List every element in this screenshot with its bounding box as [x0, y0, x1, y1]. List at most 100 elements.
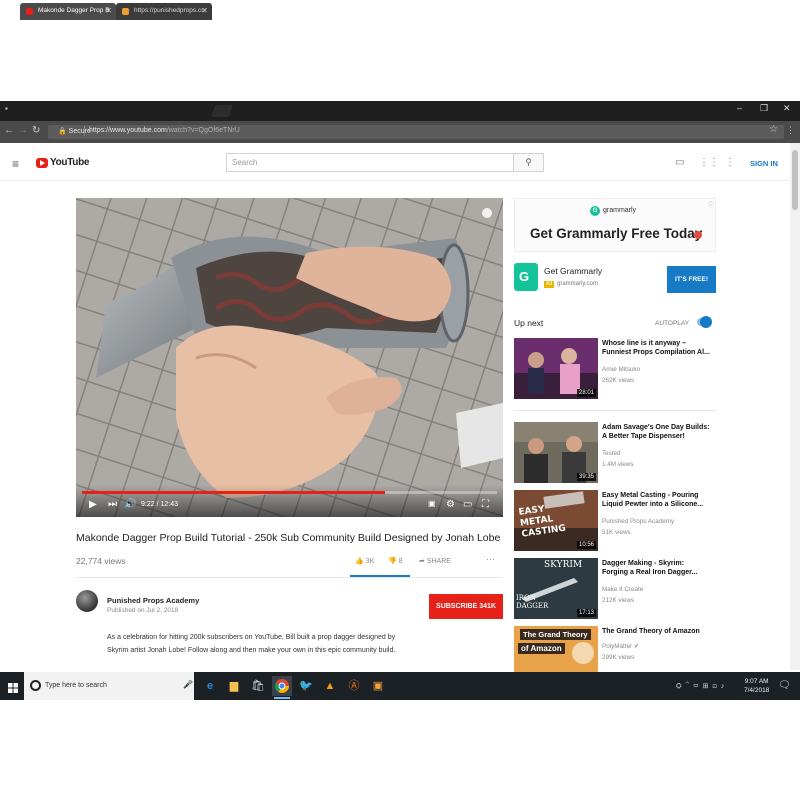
store-icon[interactable]: 🛍 [248, 676, 268, 696]
close-icon[interactable]: ✕ [783, 103, 791, 114]
bookmark-star-icon[interactable]: ☆ [769, 124, 778, 135]
ad-dot-icon [694, 231, 702, 239]
search-button[interactable]: ⚲ [513, 153, 544, 172]
url-path: /watch?v=QgOf6eTNrU [166, 127, 240, 134]
grammarly-app-icon[interactable] [514, 263, 538, 291]
tab-label: https://punishedprops.co [134, 7, 205, 14]
video-player[interactable] [76, 198, 503, 517]
volume-icon[interactable]: 🔊 [124, 499, 136, 510]
youtube-favicon-icon [26, 8, 33, 15]
system-tray-icons[interactable]: ⛭ ⌃ ▭ ⊞ ⊡ ♪ [676, 682, 724, 691]
chrome-menu-icon[interactable]: ⋮ [786, 125, 795, 136]
apps-grid-icon[interactable]: ⋮⋮ [699, 157, 719, 168]
forward-icon[interactable]: → [18, 125, 28, 136]
vlc-icon[interactable]: ▲ [320, 676, 340, 696]
sentiment-bar [350, 575, 410, 577]
tab-punishedprops[interactable]: https://punishedprops.co ✕ [116, 3, 212, 20]
related-views-5: 299K views [602, 654, 635, 661]
related-title-1[interactable]: Whose line is it anyway – Funniest Props… [602, 339, 712, 357]
channel-name[interactable]: Punished Props Academy [107, 596, 199, 605]
action-center-icon[interactable]: 🗨 [778, 680, 791, 691]
related-title-3[interactable]: Easy Metal Casting - Pouring Liquid Pewt… [602, 491, 712, 509]
scrollbar-track[interactable] [790, 143, 800, 670]
tab-youtube[interactable]: Makonde Dagger Prop B ✕ [20, 3, 116, 20]
app-icon-notes[interactable]: ▣ [368, 676, 388, 696]
captions-icon[interactable]: ▣ [428, 499, 436, 508]
guide-menu-icon[interactable]: ≡ [12, 157, 19, 171]
related-thumbnail-2[interactable]: 39:35 [514, 422, 598, 483]
progress-played [82, 491, 385, 494]
edge-icon[interactable]: e [200, 676, 220, 696]
minimize-icon[interactable]: – [737, 103, 742, 113]
chrome-icon[interactable] [272, 676, 292, 699]
thumbnail-overlay-text: The Grand Theory [520, 629, 591, 640]
settings-gear-icon[interactable]: ⚙ [446, 499, 455, 510]
scrollbar-thumb[interactable] [792, 150, 798, 210]
related-thumbnail-3[interactable]: EASY METAL CASTING 10:56 [514, 490, 598, 551]
ad-headline[interactable]: Get Grammarly Free Today [530, 226, 702, 241]
back-icon[interactable]: ← [4, 125, 14, 136]
ad-cta-button[interactable]: IT'S FREE! [667, 266, 716, 293]
youtube-logo-icon[interactable] [36, 158, 48, 168]
dislike-button[interactable]: 👎 8 [388, 557, 403, 565]
related-title-2[interactable]: Adam Savage's One Day Builds: A Better T… [602, 423, 712, 441]
chrome-logo [274, 679, 289, 693]
related-channel-3: Punished Props Academy [602, 518, 675, 525]
settings-menu-icon[interactable]: ⋮ [725, 157, 735, 168]
app-icon-a[interactable]: Ⓐ [344, 676, 364, 696]
promo-title[interactable]: Get Grammarly [544, 266, 602, 276]
grammarly-logo-icon: G [590, 206, 600, 216]
share-label: SHARE [426, 558, 451, 565]
like-button[interactable]: 👍 3K [355, 557, 374, 565]
search-input[interactable]: Search [226, 153, 514, 172]
windows-start-icon[interactable] [8, 680, 18, 698]
more-actions-button[interactable]: ··· [486, 554, 495, 564]
windows-logo [8, 683, 18, 693]
tab-close-icon[interactable]: ✕ [105, 6, 112, 15]
file-explorer-icon[interactable]: ▆ [224, 676, 244, 696]
cortana-icon [30, 680, 41, 691]
related-thumbnail-4[interactable]: SKYRIM IRON DAGGER 17:13 [514, 558, 598, 619]
divider [84, 126, 85, 136]
related-title-4[interactable]: Dagger Making - Skyrim: Forging a Real I… [602, 559, 712, 577]
publish-date: Published on Jul 2, 2018 [107, 607, 179, 614]
youtube-logo-text[interactable]: YouTube [50, 157, 90, 168]
system-clock[interactable]: 9:07 AM 7/4/2018 [744, 677, 769, 695]
next-icon[interactable]: ⏭ [108, 499, 117, 510]
channel-avatar[interactable] [76, 590, 98, 612]
browser-tab-strip [0, 101, 800, 121]
duration-badge: 10:56 [576, 541, 596, 549]
reload-icon[interactable]: ↻ [32, 125, 40, 136]
related-channel-1: Arnie Mitsuko [602, 366, 641, 373]
related-channel-5: PolyMatter ✔ [602, 642, 712, 651]
theater-mode-icon[interactable]: ▭ [463, 499, 472, 510]
tab-close-icon[interactable]: ✕ [201, 6, 208, 15]
secure-indicator[interactable]: 🔒 Secure [58, 127, 91, 135]
subscribe-button[interactable]: SUBSCRIBE 341K [429, 594, 503, 619]
microphone-icon[interactable]: 🎤 [183, 680, 193, 689]
autoplay-label: AUTOPLAY [655, 320, 690, 327]
related-views-3: 51K views [602, 529, 631, 536]
secure-label: Secure [68, 128, 91, 135]
verified-icon: ✔ [633, 643, 640, 650]
related-title-5[interactable]: The Grand Theory of Amazon [602, 627, 712, 636]
ad-info-icon[interactable]: ⓘ [708, 200, 714, 209]
user-icon[interactable]: ▪ [5, 104, 8, 113]
duration-badge: 28:01 [576, 389, 596, 397]
related-thumbnail-5[interactable]: The Grand Theory of Amazon [514, 626, 598, 672]
autoplay-toggle[interactable] [697, 316, 712, 328]
fullscreen-icon[interactable]: ⛶ [482, 499, 489, 510]
sign-in-button[interactable]: SIGN IN [750, 159, 778, 168]
video-description: As a celebration for hitting 200k subscr… [107, 634, 396, 654]
related-views-2: 1.4M views [602, 461, 634, 468]
thumbnail-overlay-text: SKYRIM [544, 560, 583, 570]
related-thumbnail-1[interactable]: 28:01 [514, 338, 598, 399]
video-title: Makonde Dagger Prop Build Tutorial - 250… [76, 532, 501, 544]
maximize-icon[interactable]: ❐ [760, 103, 768, 114]
app-icon-bird[interactable]: 🐦 [296, 676, 316, 696]
play-icon[interactable]: ▶ [89, 499, 97, 510]
upload-video-icon[interactable]: ▭ [675, 157, 684, 168]
share-icon: ➦ [419, 558, 425, 565]
like-count: 3K [365, 558, 375, 565]
share-button[interactable]: ➦ SHARE [419, 557, 451, 565]
